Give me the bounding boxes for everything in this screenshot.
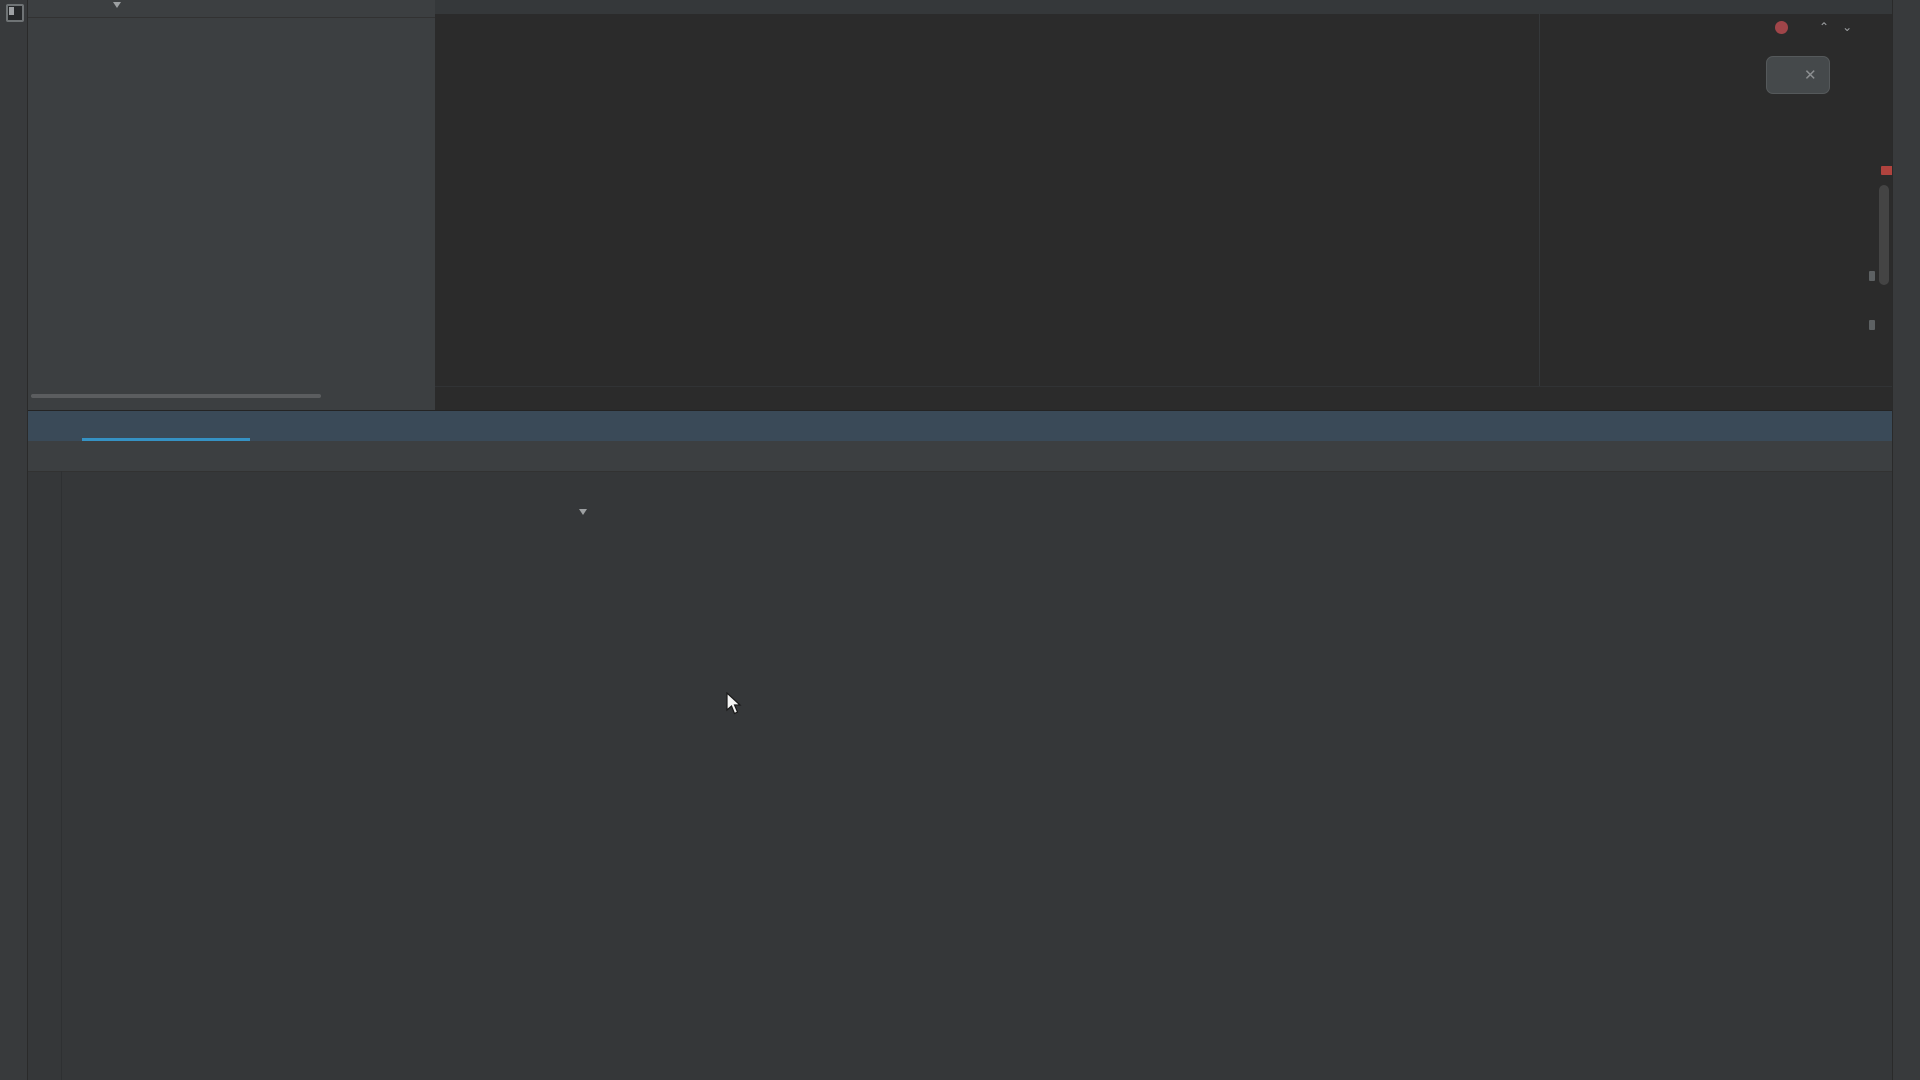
arrow-down-icon[interactable] xyxy=(548,505,563,520)
horizontal-scrollbar[interactable] xyxy=(31,394,321,398)
debug-side-toolbar xyxy=(27,471,62,1080)
left-tool-strip xyxy=(0,0,28,1080)
debug-content xyxy=(27,471,1893,1080)
next-problem-icon[interactable]: ⌄ xyxy=(1839,20,1855,34)
gear-icon[interactable] xyxy=(337,1,353,17)
editor[interactable]: ⌃ ⌄ ✕ xyxy=(435,0,1893,410)
project-panel xyxy=(27,0,435,410)
debug-panel-header xyxy=(27,411,1893,441)
project-view-icon xyxy=(33,1,49,17)
chevron-down-icon[interactable] xyxy=(113,2,121,8)
expand-all-icon[interactable] xyxy=(306,1,322,17)
gear-icon[interactable] xyxy=(1849,418,1865,434)
breadcrumb xyxy=(435,386,1893,410)
stripe-mark[interactable] xyxy=(1869,320,1875,330)
pull-requests-icon[interactable] xyxy=(5,212,22,229)
chevron-down-icon[interactable] xyxy=(579,509,594,524)
project-panel-header xyxy=(27,0,435,18)
hide-panel-icon[interactable] xyxy=(363,1,379,17)
right-tool-strip xyxy=(1892,0,1920,1080)
error-indicator-icon xyxy=(1775,21,1788,34)
stripe-mark[interactable] xyxy=(1869,271,1875,281)
tool-window-icon xyxy=(6,4,24,22)
prev-problem-icon[interactable]: ⌃ xyxy=(1816,20,1832,34)
debug-toolbar xyxy=(27,441,1893,472)
locate-file-icon[interactable] xyxy=(255,1,271,17)
frames-panel xyxy=(62,471,596,1080)
ide-window: ⌃ ⌄ ✕ xyxy=(0,0,1920,1080)
folder-tab-icon[interactable] xyxy=(5,99,22,116)
editor-tab-bar xyxy=(435,0,1893,14)
collapse-all-icon[interactable] xyxy=(281,1,297,17)
structure-icon[interactable] xyxy=(5,994,22,1011)
close-icon[interactable]: ✕ xyxy=(1804,66,1817,84)
variables-panel xyxy=(597,471,1893,1080)
mouse-cursor xyxy=(726,692,743,721)
code-area[interactable] xyxy=(435,14,1893,386)
arrow-up-icon[interactable] xyxy=(514,505,529,520)
right-margin-guide xyxy=(1539,14,1540,386)
debug-session-tab[interactable] xyxy=(85,411,119,441)
inspection-widget[interactable]: ⌃ ⌄ xyxy=(1775,20,1855,34)
thread-selector[interactable] xyxy=(62,497,596,527)
debug-panel xyxy=(27,410,1893,1080)
editor-scrollbar[interactable] xyxy=(1879,185,1889,285)
maven-reload-popup[interactable]: ✕ xyxy=(1766,56,1830,94)
